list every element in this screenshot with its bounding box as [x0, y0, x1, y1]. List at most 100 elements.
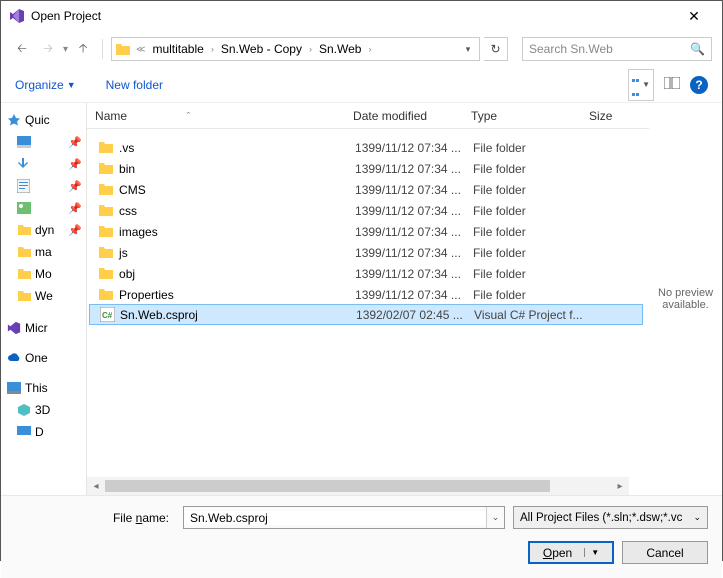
col-date[interactable]: Date modified	[353, 109, 471, 123]
chevron-icon[interactable]: ›	[307, 44, 314, 54]
file-type: File folder	[473, 141, 591, 155]
csproj-icon: C#	[98, 307, 116, 322]
back-button[interactable]: 🡠	[11, 38, 33, 60]
col-type[interactable]: Type	[471, 109, 589, 123]
scroll-left-icon[interactable]: ◂	[87, 481, 105, 492]
column-headers[interactable]: Name ˆ Date modified Type Size	[87, 103, 649, 129]
folder-icon	[114, 42, 132, 56]
tree-item[interactable]: Mo	[7, 263, 84, 285]
chevron-icon[interactable]: ›	[366, 44, 373, 54]
breadcrumb[interactable]: Sn.Web	[316, 42, 364, 56]
breadcrumb[interactable]: multitable	[149, 42, 206, 56]
tree-quick-access[interactable]: Quic	[7, 109, 84, 131]
tree-item[interactable]: 3D	[7, 399, 84, 421]
navigation-bar: 🡠 🡢 ▾ 🡡 ≪ multitable › Sn.Web - Copy › S…	[1, 31, 722, 67]
titlebar: Open Project ✕	[1, 1, 722, 31]
filetype-filter[interactable]: All Project Files (*.sln;*.dsw;*.vc⌄	[513, 506, 708, 529]
file-row[interactable]: css1399/11/12 07:34 ...File folder	[87, 200, 649, 221]
divider	[102, 39, 103, 59]
organize-menu[interactable]: Organize▼	[15, 78, 76, 92]
file-date: 1399/11/12 07:34 ...	[355, 141, 473, 155]
search-input[interactable]: Search Sn.Web 🔍	[522, 37, 712, 61]
pc-icon	[7, 382, 21, 394]
file-row[interactable]: C#Sn.Web.csproj1392/02/07 02:45 ...Visua…	[89, 304, 643, 325]
tree-this-pc[interactable]: This	[7, 377, 84, 399]
scroll-thumb[interactable]	[105, 480, 550, 492]
file-row[interactable]: CMS1399/11/12 07:34 ...File folder	[87, 179, 649, 200]
folder-icon	[17, 246, 31, 258]
preview-pane-button[interactable]	[664, 77, 680, 92]
preview-pane: No preview available.	[649, 103, 722, 495]
up-button[interactable]: 🡡	[72, 39, 94, 60]
desktop-icon	[17, 426, 31, 438]
file-date: 1399/11/12 07:34 ...	[355, 204, 473, 218]
tree-item[interactable]: 📌	[7, 131, 84, 153]
3d-icon	[17, 404, 31, 416]
tree-item[interactable]: 📌	[7, 175, 84, 197]
navigation-tree[interactable]: Quic 📌 📌 📌 📌 dyn📌 ma Mo We Micr One This…	[1, 103, 87, 495]
window-title: Open Project	[31, 9, 674, 23]
downloads-icon	[17, 157, 31, 171]
folder-icon	[97, 267, 115, 280]
file-rows: .vs1399/11/12 07:34 ...File folderbin139…	[87, 129, 649, 324]
file-name: images	[115, 225, 355, 239]
history-dropdown[interactable]: ▾	[63, 44, 68, 55]
help-button[interactable]: ?	[690, 76, 708, 94]
file-name: bin	[115, 162, 355, 176]
pin-icon: 📌	[68, 202, 82, 215]
file-name: Sn.Web.csproj	[116, 308, 356, 322]
tree-item[interactable]: D	[7, 421, 84, 443]
horizontal-scrollbar[interactable]: ◂ ▸	[87, 477, 629, 495]
file-date: 1399/11/12 07:34 ...	[355, 225, 473, 239]
breadcrumb[interactable]: Sn.Web - Copy	[218, 42, 305, 56]
search-icon: 🔍	[690, 42, 705, 56]
tree-item[interactable]: We	[7, 285, 84, 307]
folder-icon	[97, 204, 115, 217]
tree-item[interactable]: dyn📌	[7, 219, 84, 241]
new-folder-button[interactable]: New folder	[106, 78, 163, 92]
file-date: 1399/11/12 07:34 ...	[355, 288, 473, 302]
file-date: 1392/02/07 02:45 ...	[356, 308, 474, 322]
tree-item[interactable]: Micr	[7, 317, 84, 339]
forward-button[interactable]: 🡢	[37, 38, 59, 60]
tree-onedrive[interactable]: One	[7, 347, 84, 369]
file-name: css	[115, 204, 355, 218]
col-size[interactable]: Size	[589, 109, 649, 123]
scroll-right-icon[interactable]: ▸	[611, 481, 629, 492]
folder-icon	[97, 246, 115, 259]
file-row[interactable]: images1399/11/12 07:34 ...File folder	[87, 221, 649, 242]
close-button[interactable]: ✕	[674, 8, 714, 25]
file-list: Name ˆ Date modified Type Size .vs1399/11…	[87, 103, 649, 495]
sort-indicator-icon: ˆ	[187, 111, 190, 121]
svg-text:C#: C#	[102, 311, 113, 320]
file-row[interactable]: obj1399/11/12 07:34 ...File folder	[87, 263, 649, 284]
main-area: Quic 📌 📌 📌 📌 dyn📌 ma Mo We Micr One This…	[1, 103, 722, 495]
tree-item[interactable]: 📌	[7, 197, 84, 219]
tree-item[interactable]: 📌	[7, 153, 84, 175]
tree-item[interactable]: ma	[7, 241, 84, 263]
filename-dropdown[interactable]: ⌄	[486, 507, 504, 528]
refresh-button[interactable]: ↻	[484, 37, 508, 61]
documents-icon	[17, 179, 30, 193]
pin-icon: 📌	[68, 158, 82, 171]
search-placeholder: Search Sn.Web	[529, 42, 613, 56]
file-type: File folder	[473, 288, 591, 302]
filename-input[interactable]	[184, 511, 486, 525]
vs-icon	[7, 321, 21, 335]
address-dropdown[interactable]: ▾	[459, 44, 477, 55]
file-type: File folder	[473, 267, 591, 281]
file-name: Properties	[115, 288, 355, 302]
address-bar[interactable]: ≪ multitable › Sn.Web - Copy › Sn.Web › …	[111, 37, 480, 61]
col-name[interactable]: Name	[95, 109, 127, 123]
file-row[interactable]: bin1399/11/12 07:34 ...File folder	[87, 158, 649, 179]
file-type: File folder	[473, 162, 591, 176]
pictures-icon	[17, 202, 31, 214]
chevron-icon[interactable]: ›	[209, 44, 216, 54]
file-row[interactable]: Properties1399/11/12 07:34 ...File folde…	[87, 284, 649, 305]
view-options[interactable]: ▼	[628, 69, 654, 101]
filename-field[interactable]: ⌄	[183, 506, 505, 529]
file-name: js	[115, 246, 355, 260]
file-row[interactable]: js1399/11/12 07:34 ...File folder	[87, 242, 649, 263]
file-name: CMS	[115, 183, 355, 197]
file-row[interactable]: .vs1399/11/12 07:34 ...File folder	[87, 137, 649, 158]
